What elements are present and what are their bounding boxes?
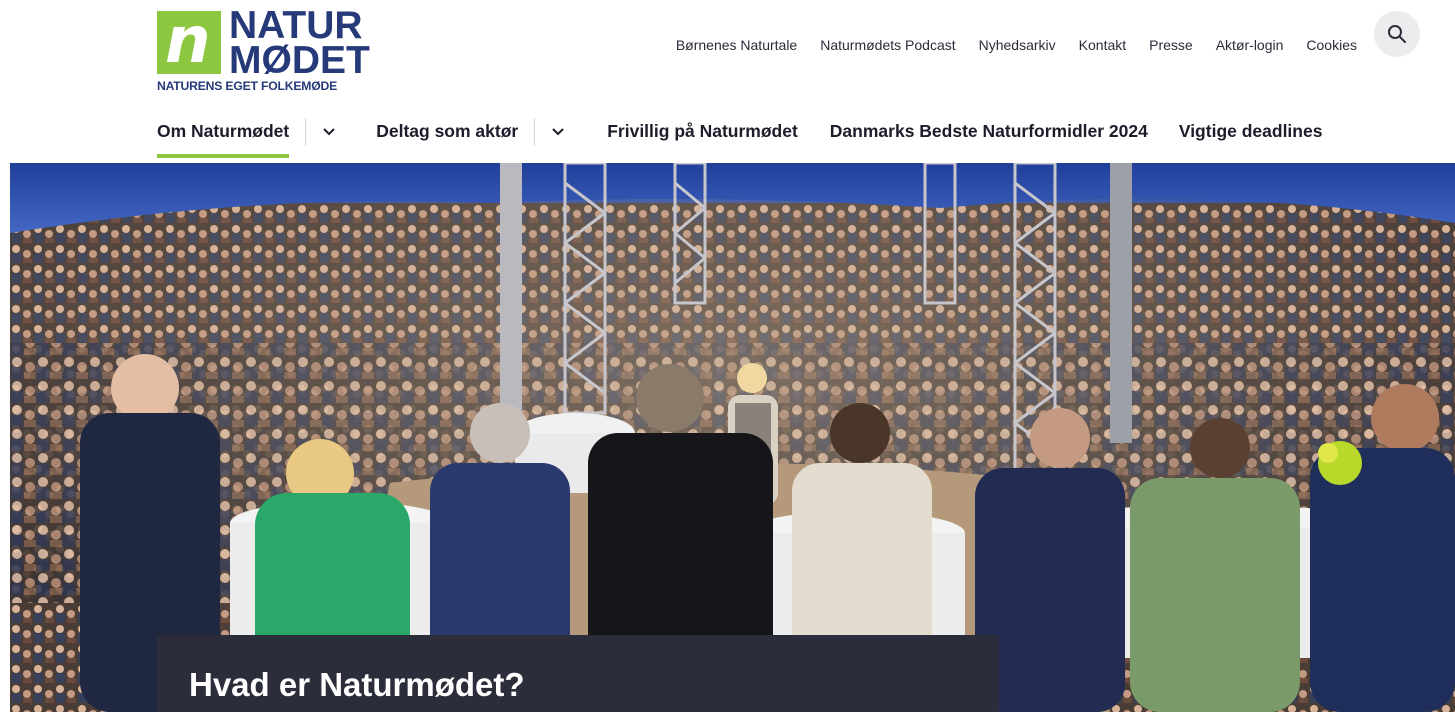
crowd-photo-illustration: [10, 163, 1455, 712]
utility-link-aktor-login[interactable]: Aktør-login: [1216, 36, 1284, 54]
utility-link-kontakt[interactable]: Kontakt: [1079, 36, 1126, 54]
search-button[interactable]: [1374, 11, 1420, 57]
logo-mark-square: n: [157, 5, 221, 77]
logo-tagline: NATURENS EGET FOLKEMØDE: [157, 79, 338, 93]
main-nav: Om Naturmødet Deltag som aktør Frivillig…: [157, 118, 1322, 163]
nav-item-deltag-som-aktor[interactable]: Deltag som aktør: [376, 109, 518, 154]
nav-item-bedste-naturformidler[interactable]: Danmarks Bedste Naturformidler 2024: [830, 109, 1148, 154]
search-icon: [1388, 25, 1406, 43]
nav-item-vigtige-deadlines[interactable]: Vigtige deadlines: [1179, 109, 1323, 154]
utility-link-bornenes-naturtale[interactable]: Børnenes Naturtale: [676, 36, 797, 54]
chevron-down-icon: [323, 128, 335, 136]
nav-dropdown-deltag-som-aktor[interactable]: [535, 118, 581, 146]
utility-link-cookies[interactable]: Cookies: [1306, 36, 1357, 54]
hero-title: Hvad er Naturmødet?: [189, 666, 525, 703]
utility-nav: Børnenes Naturtale Naturmødets Podcast N…: [653, 36, 1357, 54]
hero-image: [10, 163, 1455, 712]
hero-title-card: Hvad er Naturmødet?: [157, 635, 999, 712]
logo-wordmark-line2: MØDET: [229, 39, 370, 82]
chevron-down-icon: [552, 128, 564, 136]
utility-link-podcast[interactable]: Naturmødets Podcast: [820, 36, 955, 54]
site-logo[interactable]: n NATUR MØDET NATURENS EGET FOLKEMØDE: [157, 5, 370, 95]
nav-item-frivillig[interactable]: Frivillig på Naturmødet: [607, 109, 798, 154]
utility-link-presse[interactable]: Presse: [1149, 36, 1193, 54]
nav-item-om-naturmodet[interactable]: Om Naturmødet: [157, 109, 290, 158]
utility-link-nyhedsarkiv[interactable]: Nyhedsarkiv: [979, 36, 1056, 54]
nav-dropdown-om-naturmodet[interactable]: [306, 118, 352, 146]
site-header: n NATUR MØDET NATURENS EGET FOLKEMØDE Bø…: [0, 0, 1455, 163]
logo-mark-letter: n: [165, 4, 211, 78]
